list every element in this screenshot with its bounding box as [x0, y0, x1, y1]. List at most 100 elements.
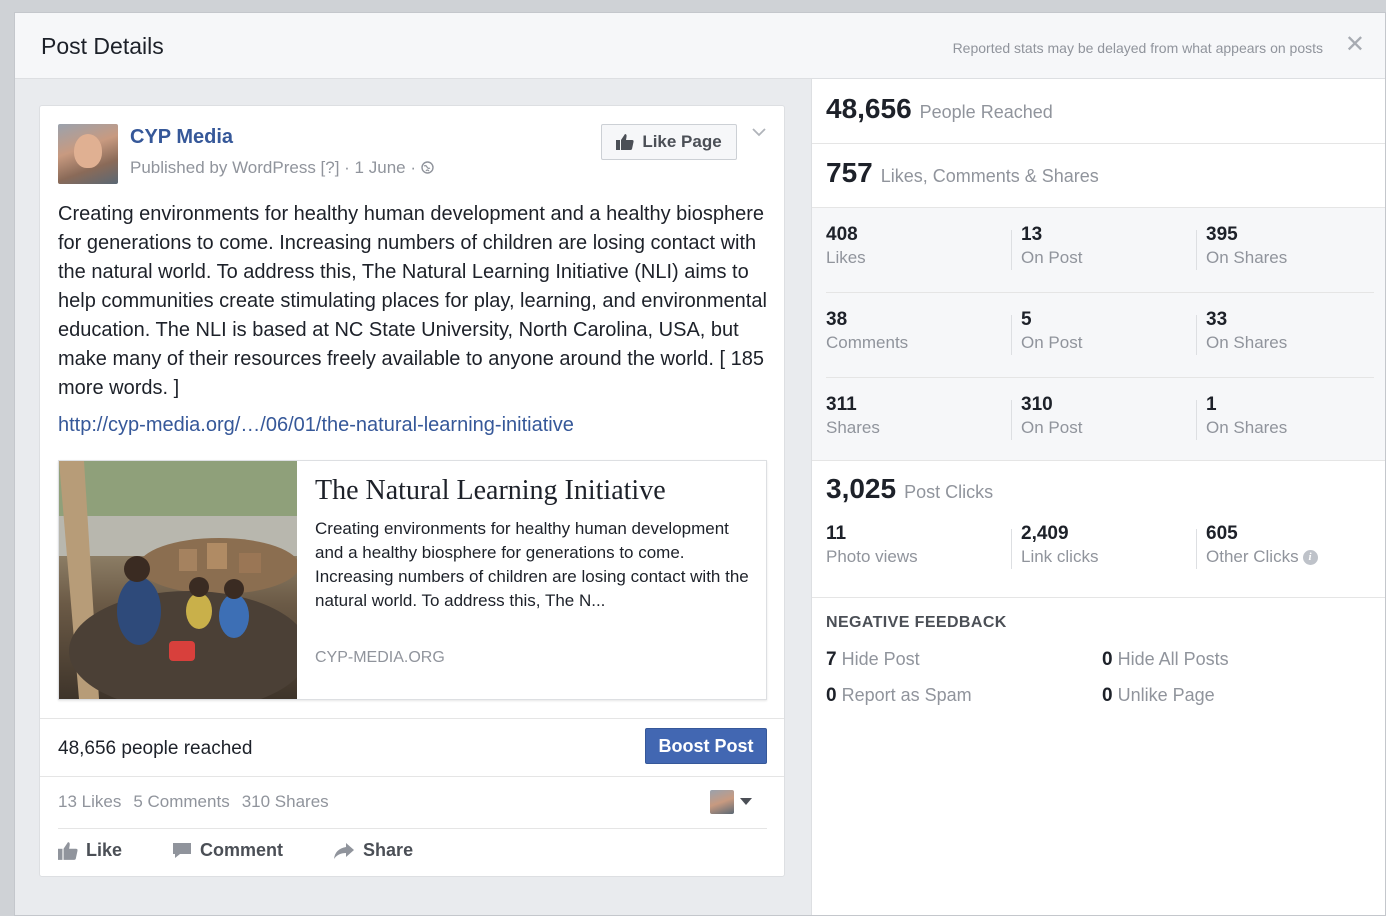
stat-cell: 408 Likes — [826, 224, 866, 268]
stats-delay-note: Reported stats may be delayed from what … — [952, 40, 1323, 56]
post-link[interactable]: http://cyp-media.org/…/06/01/the-natural… — [58, 414, 574, 437]
comment-action-button[interactable]: Comment — [172, 840, 283, 861]
stat-cell: 11 Photo views — [826, 523, 918, 567]
boost-post-button[interactable]: Boost Post — [645, 728, 767, 764]
stat-cell: 310 On Post — [1021, 394, 1082, 438]
stat-number: 2,409 — [1021, 523, 1069, 544]
stat-cell: 311 Shares — [826, 394, 880, 438]
modal-header: Post Details Reported stats may be delay… — [15, 13, 1385, 79]
post-clicks-number: 3,025 — [826, 473, 897, 504]
like-page-label: Like Page — [642, 132, 722, 151]
stat-label: On Shares — [1206, 333, 1288, 352]
engagement-label: Likes, Comments & Shares — [880, 166, 1099, 186]
stats-panel: 48,656 People Reached 757 Likes, Comment… — [811, 79, 1385, 915]
stat-label: On Post — [1021, 248, 1083, 267]
stat-cell: 38 Comments — [826, 309, 908, 353]
post-clicks-label: Post Clicks — [904, 482, 994, 502]
thumbs-up-icon — [616, 134, 634, 150]
stat-number: 310 — [1021, 394, 1053, 415]
like-action-button[interactable]: Like — [58, 840, 122, 861]
stat-number: 408 — [826, 224, 858, 245]
modal-title: Post Details — [41, 33, 164, 59]
people-reached-stat: 48,656 People Reached — [826, 93, 1053, 125]
preview-title: The Natural Learning Initiative — [315, 475, 666, 506]
stat-label: On Post — [1021, 418, 1083, 437]
divider — [40, 718, 784, 719]
share-arrow-icon — [334, 842, 355, 859]
stat-label: Hide All Posts — [1117, 649, 1229, 669]
like-page-button[interactable]: Like Page — [601, 124, 737, 160]
info-icon[interactable]: i — [1302, 550, 1318, 566]
stat-cell: 1 On Shares — [1206, 394, 1287, 438]
stat-number: 605 — [1206, 523, 1238, 544]
preview-description: Creating environments for healthy human … — [315, 519, 749, 610]
negative-feedback-title: NEGATIVE FEEDBACK — [826, 614, 1007, 631]
stat-number: 0 — [1102, 649, 1113, 670]
post-text: Creating environments for healthy human … — [58, 203, 767, 399]
engagement-stat: 757 Likes, Comments & Shares — [826, 157, 1099, 189]
other-clicks-label: Other Clicks — [1206, 547, 1299, 566]
stat-number: 0 — [1102, 685, 1113, 706]
stat-cell: 605 Other Clicks i — [1206, 523, 1318, 567]
stat-cell: 395 On Shares — [1206, 224, 1287, 268]
stat-number: 395 — [1206, 224, 1238, 245]
people-reached-label: People Reached — [919, 102, 1053, 122]
voice-selector-avatar[interactable] — [710, 790, 734, 814]
comment-icon — [173, 842, 192, 858]
likes-row: 408 Likes 13 On Post 395 On Shares — [812, 208, 1385, 293]
stat-cell: 5 On Post — [1021, 309, 1082, 353]
post-actions: Like Comment Share — [58, 840, 413, 861]
stat-number: 0 — [826, 685, 837, 706]
chevron-down-icon[interactable] — [752, 124, 766, 138]
page-avatar[interactable] — [58, 124, 118, 184]
link-preview-card[interactable]: The Natural Learning Initiative Creating… — [58, 460, 767, 700]
share-action-label: Share — [363, 840, 414, 860]
hide-post-stat: 7 Hide Post — [826, 649, 920, 671]
stat-number: 38 — [826, 309, 848, 330]
post-details-modal: Post Details Reported stats may be delay… — [14, 12, 1386, 916]
globe-icon — [421, 158, 434, 177]
stat-number: 1 — [1206, 394, 1217, 415]
divider — [812, 597, 1385, 598]
thumbs-up-icon — [58, 841, 78, 860]
shares-count[interactable]: 310 Shares — [242, 792, 329, 812]
preview-domain: CYP-MEDIA.ORG — [315, 649, 445, 666]
stat-label: Report as Spam — [841, 685, 972, 705]
stat-number: 311 — [826, 394, 857, 415]
people-reached-number: 48,656 — [826, 93, 912, 124]
stat-label: Unlike Page — [1117, 685, 1215, 705]
divider — [812, 143, 1385, 144]
stat-label: Photo views — [826, 547, 918, 566]
stat-cell: 33 On Shares — [1206, 309, 1287, 353]
report-spam-stat: 0 Report as Spam — [826, 685, 972, 707]
stat-number: 33 — [1206, 309, 1228, 330]
stat-number: 5 — [1021, 309, 1032, 330]
share-action-button[interactable]: Share — [333, 840, 413, 861]
post-meta: Published by WordPress [?] · 1 June · — [130, 158, 434, 178]
close-icon[interactable]: ✕ — [1345, 33, 1365, 57]
post-clicks-stat: 3,025 Post Clicks — [826, 473, 993, 505]
engagement-counts: 13 Likes 5 Comments 310 Shares — [58, 792, 329, 812]
stat-number: 11 — [826, 523, 847, 544]
stat-label: Shares — [826, 418, 880, 437]
divider — [58, 828, 767, 829]
stat-label: On Post — [1021, 333, 1083, 352]
clicks-row: 11 Photo views 2,409 Link clicks 605 Other … — [812, 523, 1385, 608]
stat-number: 7 — [826, 649, 837, 670]
engagement-number: 757 — [826, 157, 873, 188]
people-reached-text: 48,656 people reached — [58, 738, 253, 759]
unlike-page-stat: 0 Unlike Page — [1102, 685, 1215, 707]
stat-label: Hide Post — [841, 649, 920, 669]
comments-row: 38 Comments 5 On Post 33 On Shares — [812, 293, 1385, 378]
hide-all-posts-stat: 0 Hide All Posts — [1102, 649, 1229, 671]
caret-down-icon[interactable] — [740, 798, 752, 805]
like-action-label: Like — [86, 840, 123, 860]
stat-number: 13 — [1021, 224, 1043, 245]
page-name-link[interactable]: CYP Media — [130, 126, 233, 149]
post-card: CYP Media Published by WordPress [?] · 1… — [39, 105, 785, 877]
likes-count[interactable]: 13 Likes — [58, 792, 121, 812]
shares-row: 311 Shares 310 On Post 1 On Shares — [812, 378, 1385, 463]
comments-count[interactable]: 5 Comments — [133, 792, 229, 812]
stat-label: Comments — [826, 333, 909, 352]
stat-label: Likes — [826, 248, 866, 267]
